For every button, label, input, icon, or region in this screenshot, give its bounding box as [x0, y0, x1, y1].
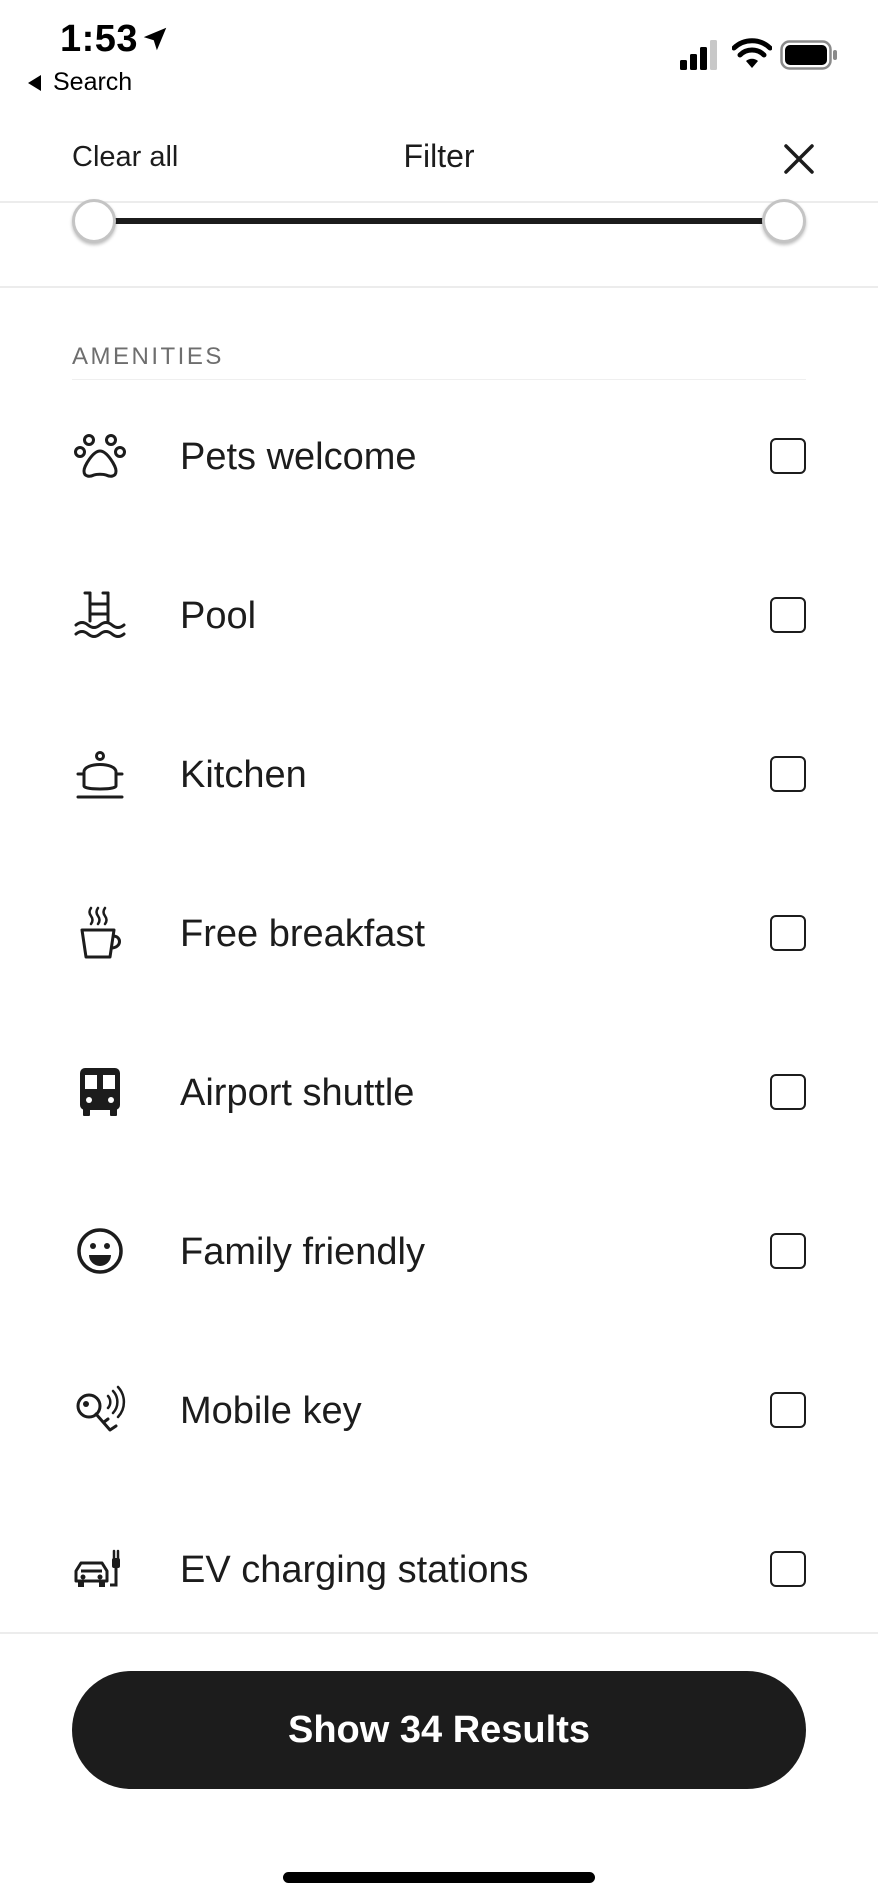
back-to-search-link[interactable]: Search: [28, 68, 132, 97]
smiley-icon: [77, 1228, 123, 1274]
mobile-key-checkbox[interactable]: [770, 1392, 806, 1428]
status-bar: 1:53 Search: [0, 0, 878, 105]
pool-checkbox[interactable]: [770, 597, 806, 633]
amenity-row-airport-shuttle[interactable]: Airport shuttle: [0, 1032, 878, 1152]
amenity-row-kitchen[interactable]: Kitchen: [0, 714, 878, 834]
section-divider: [72, 379, 806, 380]
pool-icon: [74, 591, 126, 638]
amenity-label: Pets welcome: [180, 436, 417, 478]
pets-welcome-checkbox[interactable]: [770, 438, 806, 474]
show-results-button[interactable]: Show 34 Results: [72, 1671, 806, 1789]
battery-icon: [780, 40, 837, 70]
amenity-row-free-breakfast[interactable]: Free breakfast: [0, 873, 878, 993]
status-time: 1:53: [60, 18, 139, 60]
wifi-icon: [732, 38, 772, 68]
home-indicator[interactable]: [283, 1872, 595, 1883]
ev-charging-icon: [74, 1549, 120, 1587]
airport-shuttle-checkbox[interactable]: [770, 1074, 806, 1110]
amenity-label: Airport shuttle: [180, 1072, 415, 1114]
family-friendly-checkbox[interactable]: [770, 1233, 806, 1269]
filter-footer: Show 34 Results: [0, 1632, 878, 1900]
amenity-label: Kitchen: [180, 754, 307, 796]
paw-icon: [74, 434, 126, 478]
ev-charging-checkbox[interactable]: [770, 1551, 806, 1587]
amenity-label: Family friendly: [180, 1231, 425, 1273]
mobile-key-icon: [76, 1385, 126, 1432]
slider-max-handle[interactable]: [762, 199, 806, 243]
amenity-row-mobile-key[interactable]: Mobile key: [0, 1350, 878, 1470]
amenity-row-pets-welcome[interactable]: Pets welcome: [0, 396, 878, 516]
location-arrow-icon: [143, 27, 167, 51]
price-range-slider: [0, 199, 878, 288]
back-triangle-icon: [28, 74, 41, 91]
bus-icon: [80, 1068, 120, 1116]
amenity-row-ev-charging[interactable]: EV charging stations: [0, 1509, 878, 1629]
back-label: Search: [53, 68, 133, 96]
slider-track[interactable]: [93, 218, 783, 224]
amenity-label: Pool: [180, 595, 257, 637]
amenity-label: Mobile key: [180, 1390, 362, 1432]
kitchen-checkbox[interactable]: [770, 756, 806, 792]
cooking-pot-icon: [76, 751, 124, 799]
cellular-signal-icon: [680, 40, 717, 70]
filter-header: Clear all Filter: [0, 105, 878, 203]
amenity-row-family-friendly[interactable]: Family friendly: [0, 1191, 878, 1311]
amenities-section-label: AMENITIES: [72, 343, 224, 370]
page-title: Filter: [403, 138, 475, 174]
close-icon[interactable]: [780, 140, 818, 178]
amenity-label: EV charging stations: [180, 1549, 529, 1591]
coffee-cup-icon: [80, 906, 121, 959]
amenity-label: Free breakfast: [180, 913, 425, 955]
slider-min-handle[interactable]: [72, 199, 116, 243]
free-breakfast-checkbox[interactable]: [770, 915, 806, 951]
amenity-row-pool[interactable]: Pool: [0, 555, 878, 675]
